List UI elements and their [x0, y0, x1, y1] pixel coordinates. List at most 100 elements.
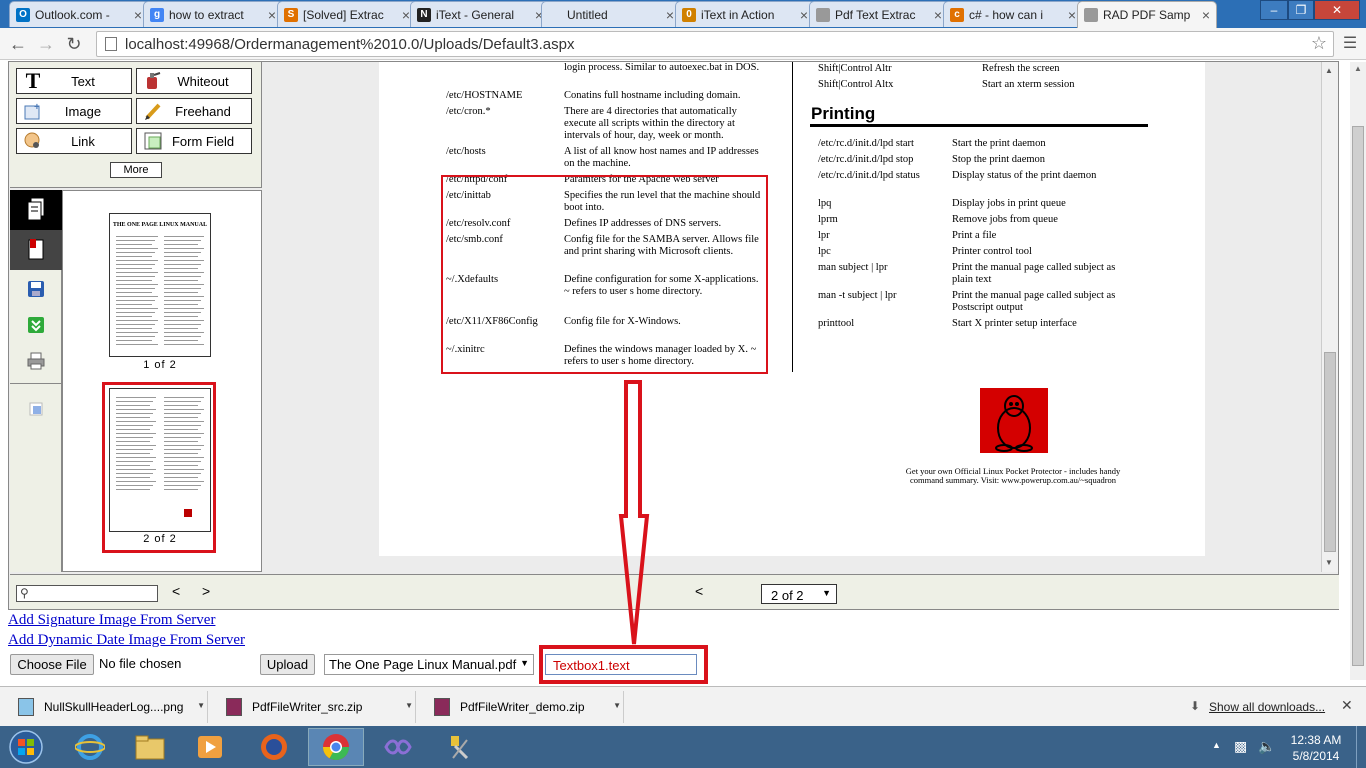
itext-n-icon: N: [417, 7, 431, 22]
browser-tab[interactable]: c c# - how can i ×: [943, 1, 1083, 27]
thumbnail-text-line: [116, 332, 158, 333]
download-item[interactable]: PdfFileWriter_src.zip ▼: [212, 691, 416, 723]
tab-close-icon[interactable]: ×: [268, 7, 276, 23]
visual-studio-icon[interactable]: [370, 728, 426, 766]
browser-tab[interactable]: 0 iText in Action ×: [675, 1, 815, 27]
freehand-tool-button[interactable]: Freehand: [136, 98, 252, 124]
page-scrollbar[interactable]: ▲: [1350, 62, 1366, 680]
dropdown-arrow-icon[interactable]: ▼: [197, 701, 205, 710]
file-path: /etc/cron.*: [446, 106, 491, 117]
browser-tab[interactable]: g how to extract ×: [143, 1, 283, 27]
browser-tab[interactable]: RAD PDF Samp ×: [1077, 1, 1217, 28]
choose-file-button[interactable]: Choose File: [10, 654, 94, 675]
scroll-thumb[interactable]: [1324, 352, 1336, 552]
download-icon[interactable]: [10, 306, 62, 344]
address-bar[interactable]: localhost:49968/Ordermanagement%2010.0/U…: [96, 31, 1334, 57]
page-prev-button[interactable]: <: [695, 583, 703, 599]
print-command: lpr: [818, 230, 830, 241]
itext-icon: 0: [682, 7, 696, 22]
browser-tab[interactable]: Pdf Text Extrac ×: [809, 1, 949, 27]
chrome-icon[interactable]: [308, 728, 364, 766]
pdf-page: login process. Similar to autoexec.bat i…: [379, 62, 1205, 556]
browser-tab[interactable]: NiText - General ×: [410, 1, 550, 27]
tab-close-icon[interactable]: ×: [134, 7, 142, 23]
reload-icon[interactable]: ↻: [62, 32, 86, 56]
print-command: man -t subject | lpr: [818, 290, 897, 301]
whiteout-tool-button[interactable]: Whiteout: [136, 68, 252, 94]
tab-title: how to extract: [169, 7, 244, 22]
thumbnail-page-2[interactable]: [109, 388, 211, 532]
search-next-button[interactable]: >: [202, 583, 210, 599]
viewer-scrollbar[interactable]: ▲ ▼: [1321, 62, 1338, 572]
image-tool-button[interactable]: + Image: [16, 98, 132, 124]
menu-icon[interactable]: ☰: [1338, 32, 1362, 56]
network-icon[interactable]: ▩: [1234, 738, 1247, 755]
form-fields-icon[interactable]: [10, 390, 62, 428]
more-button[interactable]: More: [110, 162, 162, 178]
show-all-downloads-link[interactable]: Show all downloads...: [1209, 700, 1325, 714]
bookmarks-view-icon[interactable]: [10, 230, 62, 270]
ie-icon[interactable]: [62, 728, 118, 766]
printing-heading: Printing: [811, 104, 876, 123]
tab-close-icon[interactable]: ×: [800, 7, 808, 23]
thumbnail-page-1[interactable]: THE ONE PAGE LINUX MANUAL: [109, 213, 211, 357]
browser-tab[interactable]: Untitled ×: [541, 1, 681, 27]
thumbnail-text-line: [164, 401, 201, 402]
show-desktop-button[interactable]: [1356, 726, 1366, 768]
thumbnail-text-line: [164, 465, 198, 466]
tab-close-icon[interactable]: ×: [666, 7, 674, 23]
back-icon[interactable]: ←: [6, 32, 30, 56]
forward-icon[interactable]: →: [34, 32, 58, 56]
text-tool-label: Text: [71, 73, 95, 89]
print-command: man subject | lpr: [818, 262, 888, 273]
clock-date[interactable]: 5/8/2014: [1286, 749, 1346, 763]
explorer-icon[interactable]: [122, 728, 178, 766]
close-window-button[interactable]: ✕: [1314, 0, 1360, 20]
print-command-description: Start X printer setup interface: [952, 318, 1077, 329]
textbox1-input[interactable]: Textbox1.text: [545, 654, 697, 675]
browser-tab[interactable]: O Outlook.com - ×: [9, 1, 149, 27]
minimize-button[interactable]: –: [1260, 0, 1288, 20]
thumbnails-view-icon[interactable]: [10, 190, 62, 230]
dropdown-arrow-icon[interactable]: ▼: [405, 701, 413, 710]
page-select[interactable]: 2 of 2 ▼: [761, 584, 837, 604]
media-player-icon[interactable]: [182, 728, 238, 766]
thumbnail-text-line: [164, 260, 204, 261]
form-field-tool-button[interactable]: Form Field: [136, 128, 252, 154]
dropdown-arrow-icon[interactable]: ▼: [613, 701, 621, 710]
maximize-button[interactable]: ❐: [1288, 0, 1314, 20]
scroll-up-icon[interactable]: ▲: [1325, 66, 1333, 75]
scroll-down-icon[interactable]: ▼: [1325, 558, 1333, 567]
tab-close-icon[interactable]: ×: [934, 7, 942, 23]
search-prev-button[interactable]: <: [172, 583, 180, 599]
text-tool-button[interactable]: T Text: [16, 68, 132, 94]
download-item[interactable]: NullSkullHeaderLog....png ▼: [4, 691, 208, 723]
zip-file-icon: [226, 698, 242, 716]
file-select[interactable]: The One Page Linux Manual.pdf ▼: [324, 654, 534, 675]
add-signature-link[interactable]: Add Signature Image From Server: [8, 612, 215, 629]
start-button[interactable]: [0, 728, 52, 766]
close-shelf-icon[interactable]: ✕: [1341, 697, 1353, 714]
speaker-icon[interactable]: 🔈: [1258, 738, 1275, 755]
save-icon[interactable]: [10, 270, 62, 308]
tab-close-icon[interactable]: ×: [1068, 7, 1076, 23]
link-tool-button[interactable]: Link: [16, 128, 132, 154]
download-item[interactable]: PdfFileWriter_demo.zip ▼: [420, 691, 624, 723]
thumbnail-text-line: [116, 473, 153, 474]
codeproject-icon: S: [284, 7, 298, 22]
upload-button[interactable]: Upload: [260, 654, 315, 675]
page-scroll-up-icon[interactable]: ▲: [1354, 64, 1362, 73]
print-icon[interactable]: [10, 342, 62, 380]
search-input[interactable]: ⚲: [16, 585, 158, 602]
firefox-icon[interactable]: [246, 728, 302, 766]
clock-time[interactable]: 12:38 AM: [1286, 733, 1346, 747]
tab-title: [Solved] Extrac: [303, 7, 384, 22]
page-scroll-thumb[interactable]: [1352, 126, 1364, 666]
tools-icon[interactable]: [432, 728, 488, 766]
add-date-link[interactable]: Add Dynamic Date Image From Server: [8, 632, 245, 649]
tab-close-icon[interactable]: ×: [1202, 7, 1210, 23]
tab-close-icon[interactable]: ×: [402, 7, 410, 23]
browser-tab[interactable]: S [Solved] Extrac ×: [277, 1, 417, 27]
show-hidden-icons[interactable]: ▲: [1212, 740, 1221, 750]
star-icon[interactable]: ☆: [1311, 33, 1327, 54]
